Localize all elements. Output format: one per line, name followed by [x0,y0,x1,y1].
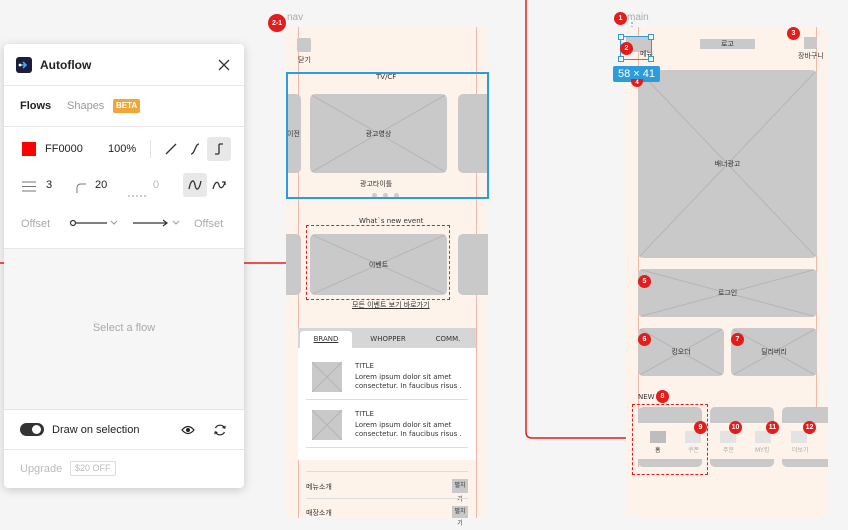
draw-on-selection-toggle[interactable] [20,423,44,436]
badge-10[interactable]: 10 [729,421,742,434]
wavy-line-icon[interactable] [183,173,207,197]
opacity-input[interactable]: 100% [108,143,136,155]
tab-comm[interactable]: COMM. [423,331,473,348]
tab-bar: BRAND WHOPPER COMM. [298,328,476,348]
login-placeholder[interactable]: 로그인 [638,269,817,317]
login-label: 로그인 [717,290,738,297]
color-hex-input[interactable]: FF0000 [45,143,83,155]
king-order-placeholder[interactable]: 킹오더 [638,328,724,376]
bottom-nav-myking-label: MY킹 [755,447,770,454]
list-item[interactable]: TITLE Lorem ipsum dolor sit amet consect… [306,404,468,448]
event-next-placeholder[interactable] [458,234,488,295]
offset-right-label: Offset [194,218,224,230]
bottom-nav-outline [632,404,708,475]
bottom-nav-more[interactable] [791,431,807,443]
tab-shapes[interactable]: Shapes [67,100,104,112]
list-item[interactable]: TITLE Lorem ipsum dolor sit amet consect… [306,356,468,400]
selection-outline [286,72,489,199]
bottom-nav-more-label: 더보기 [792,447,809,454]
tab-brand[interactable]: BRAND [300,331,352,348]
badge-1[interactable]: 1 [614,12,627,25]
delivery-placeholder[interactable]: 딜리버리 [731,328,817,376]
panel-tabs: Flows Shapes BETA [4,86,244,126]
menu-row-label: 메뉴소개 [306,483,332,491]
eye-icon[interactable] [176,418,200,442]
beta-badge: BETA [113,99,141,113]
list-title: TITLE [355,362,374,370]
event-outline [306,225,450,300]
cart-box[interactable] [804,37,817,49]
banner-placeholder[interactable]: 배너광고 [638,70,817,258]
tab-flows[interactable]: Flows [20,100,51,112]
end-marker-select[interactable] [131,215,183,231]
list-body: consectetur. In faucibus risus . [355,430,462,438]
panel-title: Autoflow [40,58,92,72]
event-prev-placeholder[interactable] [286,234,301,295]
badge-8[interactable]: 8 [656,390,669,403]
frame-nav-badge[interactable]: 2-1 [268,14,286,32]
badge-11[interactable]: 11 [766,421,779,434]
badge-2[interactable]: 2 [620,42,633,55]
start-marker-select[interactable] [69,215,121,231]
price-badge: $20 OFF [70,461,116,476]
delivery-label: 딜리버리 [761,349,787,356]
list-thumb [312,410,342,440]
list-thumb [312,362,342,392]
tab-content: TITLE Lorem ipsum dolor sit amet consect… [298,348,476,460]
dash-input[interactable]: 0 [153,179,159,191]
offset-left-label: Offset [21,218,51,230]
stroke-weight-icon [22,179,36,192]
refresh-icon[interactable] [208,418,232,442]
badge-5[interactable]: 5 [638,275,651,288]
empty-state-text: Select a flow [92,322,156,334]
king-order-label: 킹오더 [671,349,691,356]
expand-button[interactable]: 펼치기 [452,479,468,503]
logo-box[interactable]: 로고 [700,39,755,49]
cart-label: 장바구니 [798,52,824,60]
dash-icon [128,184,148,202]
list-body: Lorem ipsum dolor sit amet [355,373,452,381]
stroke-weight-input[interactable]: 3 [46,179,52,191]
frame-main-label[interactable]: main [627,12,649,23]
badge-3[interactable]: 3 [787,27,800,40]
menu-row[interactable]: 메뉴소개 펼치기 [306,477,468,503]
corner-radius-input[interactable]: 20 [95,179,107,191]
new-label: NEW [638,393,655,401]
expand-button[interactable]: 펼치기 [452,506,468,527]
draw-on-selection-label: Draw on selection [52,424,140,436]
list-body: consectetur. In faucibus risus . [355,382,462,390]
event-more-link[interactable]: 모든 이벤트 보기 바로가기 [352,300,430,310]
badge-6[interactable]: 6 [638,333,651,346]
badge-9[interactable]: 9 [694,421,707,434]
upgrade-link[interactable]: Upgrade [20,463,62,475]
close-icon[interactable] [212,53,236,77]
close-box[interactable] [297,38,311,52]
autoflow-logo-icon [16,57,32,73]
list-title: TITLE [355,410,374,418]
menu-row-label: 매장소개 [306,509,332,517]
straight-line-icon[interactable] [159,137,183,161]
color-swatch[interactable] [22,142,36,156]
corner-radius-icon [76,180,86,198]
banner-label: 배너광고 [714,161,741,168]
whats-new-label: What`s new event [359,217,424,225]
step-line-icon[interactable] [207,137,231,161]
close-label: 닫기 [298,56,311,64]
badge-7[interactable]: 7 [731,333,744,346]
tab-whopper[interactable]: WHOPPER [360,331,416,348]
menu-row[interactable]: 매장소개 펼치기 [306,504,468,527]
bottom-nav-order-label: 주문 [723,447,735,454]
badge-12[interactable]: 12 [803,421,816,434]
curved-line-icon[interactable] [183,137,207,161]
panel-header: Autoflow [4,44,244,86]
list-body: Lorem ipsum dolor sit amet [355,421,452,429]
frame-nav-label[interactable]: nav [287,12,303,23]
wavy-arrow-icon[interactable] [207,173,231,197]
autoflow-panel: Autoflow Flows Shapes BETA FF0000 100% 3… [4,44,244,488]
